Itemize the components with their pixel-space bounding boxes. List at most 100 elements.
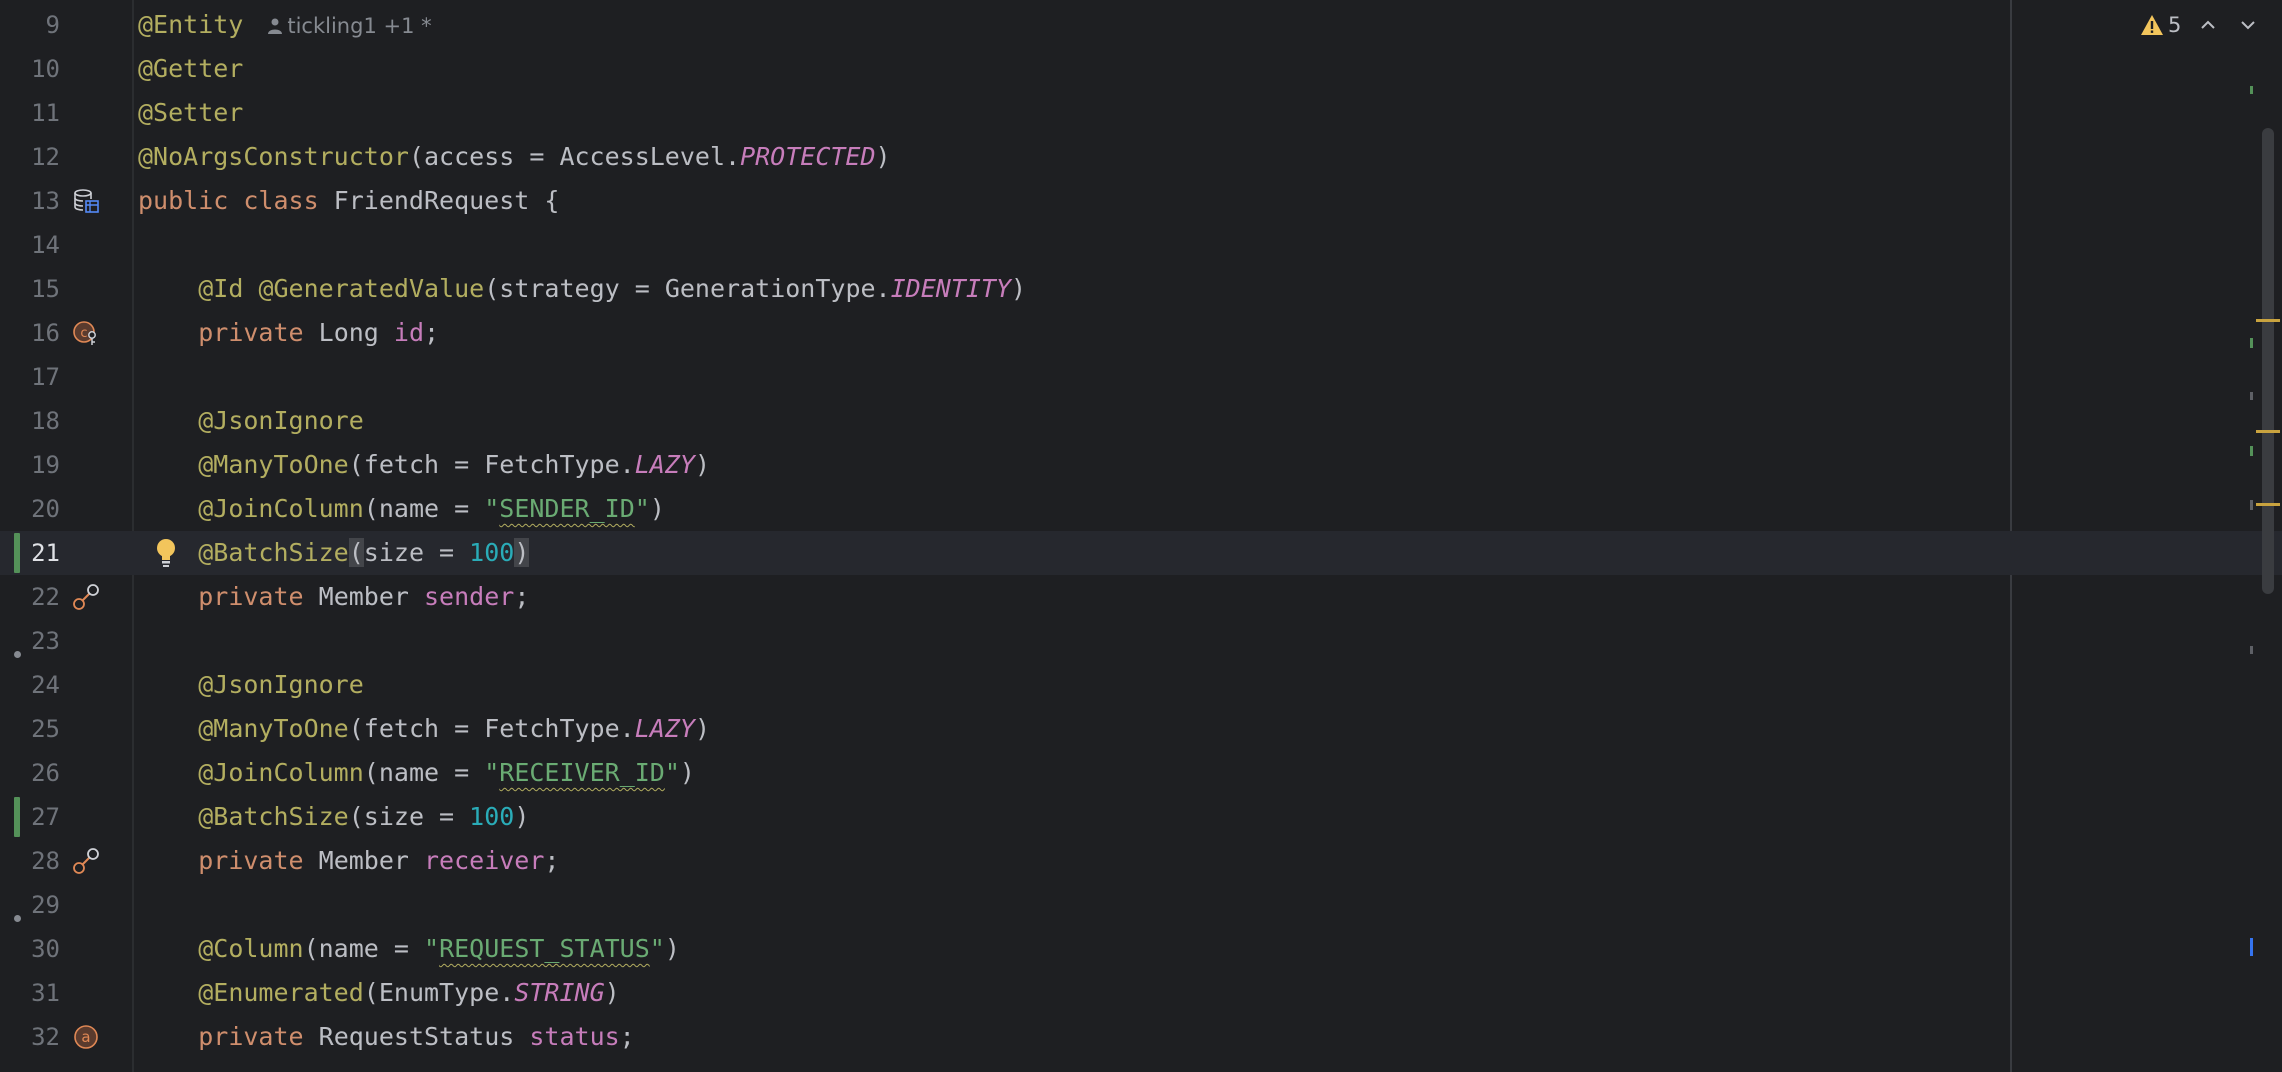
- code-line[interactable]: 27 @BatchSize(size = 100): [0, 795, 2282, 839]
- code-line[interactable]: 21 @BatchSize(size = 100): [0, 531, 2282, 575]
- code-line[interactable]: 10 @Getter: [0, 47, 2282, 91]
- code-text[interactable]: @ManyToOne(fetch = FetchType.LAZY): [138, 707, 710, 751]
- code-line[interactable]: 28 private Member receiver;: [0, 839, 2282, 883]
- warning-icon[interactable]: [2140, 14, 2164, 36]
- previous-highlight-icon[interactable]: [2195, 12, 2221, 38]
- line-number[interactable]: 31: [0, 971, 60, 1015]
- vertical-scrollbar[interactable]: [2262, 128, 2274, 594]
- relation-link-icon[interactable]: [72, 583, 100, 611]
- code-text[interactable]: @JoinColumn(name = "SENDER_ID"): [138, 487, 665, 531]
- code-line[interactable]: 24 @JsonIgnore: [0, 663, 2282, 707]
- line-number[interactable]: 24: [0, 663, 60, 707]
- code-line[interactable]: 30 @Column(name = "REQUEST_STATUS"): [0, 927, 2282, 971]
- code-line[interactable]: 15 @Id @GeneratedValue(strategy = Genera…: [0, 267, 2282, 311]
- code-text[interactable]: @NoArgsConstructor(access = AccessLevel.…: [138, 135, 891, 179]
- code-text[interactable]: @Entity tickling1 +1 *: [138, 3, 432, 48]
- line-number[interactable]: 21: [0, 531, 60, 575]
- code-line[interactable]: 19 @ManyToOne(fetch = FetchType.LAZY): [0, 443, 2282, 487]
- code-line[interactable]: 18 @JsonIgnore: [0, 399, 2282, 443]
- vcs-change-marker[interactable]: [14, 533, 20, 573]
- stripe-mark[interactable]: [2250, 500, 2253, 510]
- line-number[interactable]: 25: [0, 707, 60, 751]
- code-line[interactable]: 29: [0, 883, 2282, 927]
- line-number[interactable]: 13: [0, 179, 60, 223]
- line-number[interactable]: 9: [0, 3, 60, 47]
- code-text[interactable]: @JoinColumn(name = "RECEIVER_ID"): [138, 751, 695, 795]
- column-a-icon[interactable]: a: [72, 1023, 100, 1051]
- vcs-deleted-marker[interactable]: [14, 915, 21, 922]
- line-number[interactable]: 28: [0, 839, 60, 883]
- line-number[interactable]: 29: [0, 883, 60, 927]
- line-number[interactable]: 12: [0, 135, 60, 179]
- code-line[interactable]: 26 @JoinColumn(name = "RECEIVER_ID"): [0, 751, 2282, 795]
- line-number[interactable]: 22: [0, 575, 60, 619]
- code-line[interactable]: 14: [0, 223, 2282, 267]
- stripe-mark[interactable]: [2250, 392, 2253, 400]
- line-number[interactable]: 14: [0, 223, 60, 267]
- code-text[interactable]: @Column(name = "REQUEST_STATUS"): [138, 927, 680, 971]
- line-number[interactable]: 17: [0, 355, 60, 399]
- stripe-mark[interactable]: [2250, 938, 2253, 956]
- code-token: ): [604, 978, 620, 1007]
- stripe-mark[interactable]: [2256, 503, 2280, 506]
- line-number[interactable]: 19: [0, 443, 60, 487]
- next-highlight-icon[interactable]: [2235, 12, 2261, 38]
- code-text[interactable]: @Id @GeneratedValue(strategy = Generatio…: [138, 267, 1026, 311]
- database-entity-icon[interactable]: [72, 187, 100, 215]
- code-line[interactable]: 31 @Enumerated(EnumType.STRING): [0, 971, 2282, 1015]
- code-line[interactable]: 11 @Setter: [0, 91, 2282, 135]
- line-number[interactable]: 30: [0, 927, 60, 971]
- line-number[interactable]: 20: [0, 487, 60, 531]
- code-line[interactable]: 20 @JoinColumn(name = "SENDER_ID"): [0, 487, 2282, 531]
- line-number[interactable]: 26: [0, 751, 60, 795]
- code-text[interactable]: @BatchSize(size = 100): [138, 795, 529, 839]
- stripe-mark[interactable]: [2250, 446, 2253, 456]
- stripe-mark[interactable]: [2256, 319, 2280, 322]
- line-number[interactable]: 18: [0, 399, 60, 443]
- relation-link-icon[interactable]: [72, 847, 100, 875]
- code-line[interactable]: 16 c private Long id;: [0, 311, 2282, 355]
- line-number[interactable]: 11: [0, 91, 60, 135]
- code-text[interactable]: @Getter: [138, 47, 243, 91]
- code-text[interactable]: private Member sender;: [138, 575, 529, 619]
- line-number[interactable]: 15: [0, 267, 60, 311]
- code-text[interactable]: private Long id;: [138, 311, 439, 355]
- code-text[interactable]: @Enumerated(EnumType.STRING): [138, 971, 620, 1015]
- vcs-deleted-marker[interactable]: [14, 651, 21, 658]
- code-line[interactable]: 13 public class FriendRequest {: [0, 179, 2282, 223]
- line-number[interactable]: 27: [0, 795, 60, 839]
- code-line[interactable]: 22 private Member sender;: [0, 575, 2282, 619]
- code-token: LAZY: [634, 450, 695, 479]
- code-text[interactable]: @ManyToOne(fetch = FetchType.LAZY): [138, 443, 710, 487]
- code-line[interactable]: 9 @Entity tickling1 +1 *: [0, 3, 2282, 47]
- line-number[interactable]: 23: [0, 619, 60, 663]
- stripe-mark[interactable]: [2250, 338, 2253, 348]
- code-line[interactable]: 12 @NoArgsConstructor(access = AccessLeve…: [0, 135, 2282, 179]
- line-number[interactable]: 16: [0, 311, 60, 355]
- code-line[interactable]: 32 a private RequestStatus status;: [0, 1015, 2282, 1059]
- code-line[interactable]: 23: [0, 619, 2282, 663]
- code-line[interactable]: 17: [0, 355, 2282, 399]
- code-text[interactable]: @JsonIgnore: [138, 399, 364, 443]
- line-number[interactable]: 10: [0, 47, 60, 91]
- stripe-mark[interactable]: [2250, 646, 2253, 654]
- stripe-mark[interactable]: [2250, 86, 2253, 94]
- code-text[interactable]: public class FriendRequest {: [138, 179, 559, 223]
- code-text[interactable]: @Setter: [138, 91, 243, 135]
- code-line[interactable]: 25 @ManyToOne(fetch = FetchType.LAZY): [0, 707, 2282, 751]
- line-number[interactable]: 32: [0, 1015, 60, 1059]
- id-key-icon[interactable]: c: [72, 319, 100, 347]
- vcs-change-marker[interactable]: [14, 797, 20, 837]
- stripe-mark[interactable]: [2256, 430, 2280, 433]
- code-token: ;: [514, 582, 530, 611]
- inspection-widget[interactable]: 5: [2140, 10, 2261, 40]
- code-text[interactable]: @JsonIgnore: [138, 663, 364, 707]
- warning-count[interactable]: 5: [2168, 13, 2181, 37]
- author-inlay-hint[interactable]: tickling1 +1 *: [267, 14, 432, 38]
- code-text[interactable]: private Member receiver;: [138, 839, 559, 883]
- code-text[interactable]: @BatchSize(size = 100): [138, 531, 530, 575]
- code-text[interactable]: private RequestStatus status;: [138, 1015, 635, 1059]
